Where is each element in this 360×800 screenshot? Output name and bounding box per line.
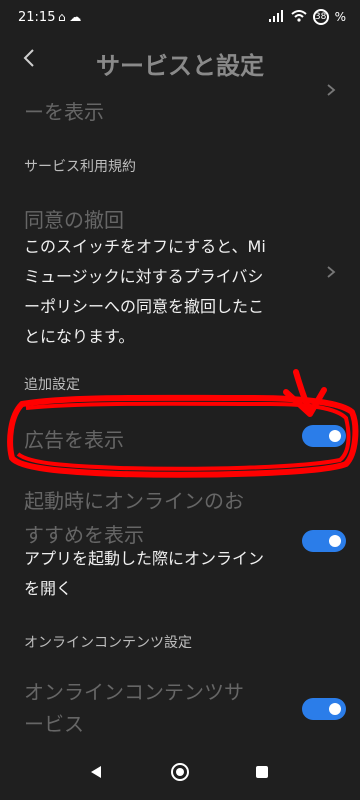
- wifi-icon: [290, 9, 307, 25]
- desc-line: を開く: [24, 579, 73, 598]
- triangle-back-icon: [91, 766, 101, 778]
- startup-description: アプリを起動した際にオンライン を開く: [24, 544, 294, 604]
- page-title: サービスと設定: [96, 52, 264, 80]
- withdraw-description: このスイッチをオフにすると、Mi ミュージックに対するプライバシ ーポリシーへの…: [24, 232, 314, 352]
- display-item-title: ーを表示: [24, 100, 104, 124]
- status-time: 21:15: [18, 10, 56, 25]
- status-right-group: 38 %: [268, 9, 346, 25]
- status-notification-icons: ⌂ ☁: [58, 10, 82, 24]
- startup-recommend-row[interactable]: 起動時にオンラインのお すすめを表示 アプリを起動した際にオンライン を開く: [0, 480, 360, 606]
- online-service-toggle[interactable]: [302, 698, 346, 720]
- terms-section-label: サービス利用規約: [24, 159, 136, 175]
- navigation-bar: [0, 744, 360, 800]
- online-service-row[interactable]: オンラインコンテンツサ ービス: [0, 672, 360, 742]
- toggle-knob: [329, 703, 341, 715]
- nav-recents-button[interactable]: [254, 764, 270, 784]
- battery-percent-sign: %: [334, 10, 346, 24]
- startup-title: 起動時にオンラインのお すすめを表示: [24, 484, 244, 552]
- withdraw-consent-row[interactable]: 同意の撤回 このスイッチをオフにすると、Mi ミュージックに対するプライバシ ー…: [0, 196, 360, 346]
- nav-home-button[interactable]: [170, 762, 190, 786]
- chevron-right-icon[interactable]: [326, 82, 336, 101]
- desc-line: このスイッチをオフにすると、Mi: [24, 237, 266, 256]
- desc-line: ーポリシーへの同意を撤回したこ: [24, 297, 265, 316]
- battery-icon: 38: [312, 9, 329, 25]
- chevron-right-icon: [326, 264, 336, 283]
- title-line: ービス: [24, 712, 84, 736]
- nav-back-button[interactable]: [88, 764, 104, 784]
- desc-line: ミュージックに対するプライバシ: [24, 267, 264, 286]
- online-content-label: オンラインコンテンツ設定: [24, 635, 192, 651]
- title-line: オンラインコンテンツサ: [24, 680, 244, 704]
- withdraw-title: 同意の撤回: [24, 208, 124, 232]
- title-line: 起動時にオンラインのお: [24, 489, 244, 513]
- desc-line: アプリを起動した際にオンライン: [24, 549, 265, 568]
- startup-toggle[interactable]: [302, 530, 346, 552]
- desc-line: とになります。: [24, 327, 135, 346]
- online-service-title: オンラインコンテンツサ ービス: [24, 676, 244, 740]
- signal-icon: [268, 9, 285, 25]
- toggle-knob: [329, 535, 341, 547]
- status-bar: 21:15 ⌂ ☁ 38 %: [0, 0, 360, 36]
- red-annotation-circle: [7, 369, 359, 478]
- square-recents-icon: [256, 766, 268, 778]
- home-circle-icon: [171, 763, 189, 781]
